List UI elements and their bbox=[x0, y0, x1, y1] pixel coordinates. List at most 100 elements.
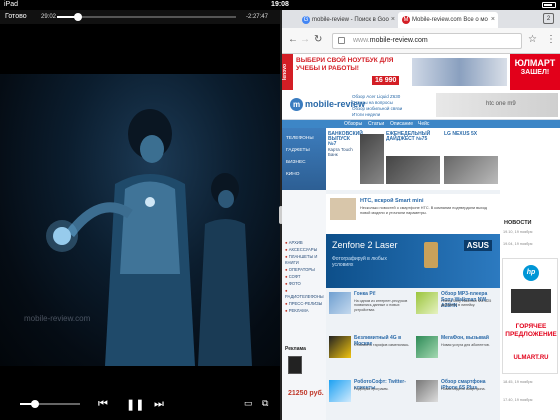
header-news-item[interactable]: Итоги недели bbox=[352, 112, 432, 117]
menu-icon[interactable]: ⋮ bbox=[546, 34, 556, 45]
sidebar-menu-item[interactable]: ● ПРЕСС-РЕЛИЗЫ bbox=[285, 301, 326, 308]
video-player[interactable]: Готово 29:02 -2:27:47 mobile-review.com bbox=[0, 10, 280, 420]
top-ad-banner[interactable]: lenovo ВЫБЕРИ СВОЙ НОУТБУК ДЛЯ УЧЕБЫ И Р… bbox=[282, 54, 560, 90]
site-header: m mobile-review Обзор Acer Liquid Z630 От… bbox=[282, 90, 560, 120]
featured-card[interactable]: ЕЖЕНЕДЕЛЬНЫЙ ДАЙДЖЕСТ №75 bbox=[386, 132, 444, 188]
back-icon[interactable]: ← bbox=[288, 34, 298, 45]
bookmark-star-icon[interactable]: ☆ bbox=[528, 34, 537, 45]
phone-image bbox=[424, 242, 438, 268]
video-watermark: mobile-review.com bbox=[24, 314, 91, 323]
news-body: Подборка программ. bbox=[354, 387, 389, 391]
news-feature[interactable]: HTC, вскрой Smart mini Несколько новосте… bbox=[326, 194, 500, 234]
page-info-icon[interactable] bbox=[338, 37, 345, 44]
sidebar-ad-price[interactable]: 21250 руб. bbox=[288, 390, 324, 397]
featured-image bbox=[386, 156, 440, 184]
sidebar-hero: ТЕЛЕФОНЫ ГАДЖЕТЫ БИЗНЕС КИНО bbox=[282, 128, 326, 190]
airplay-icon[interactable]: ▭ bbox=[244, 398, 253, 409]
status-bar: iPad 19:08 bbox=[0, 0, 560, 10]
fast-forward-icon[interactable]: ⏭ bbox=[154, 398, 164, 411]
web-page[interactable]: lenovo ВЫБЕРИ СВОЙ НОУТБУК ДЛЯ УЧЕБЫ И Р… bbox=[282, 54, 560, 420]
hp-ad[interactable]: hp ГОРЯЧЕЕ ПРЕДЛОЖЕНИЕ ULMART.RU bbox=[502, 258, 558, 374]
right-news-item[interactable]: 19.04, 19 ноября bbox=[503, 242, 558, 247]
htc-ad[interactable]: htc one m9 bbox=[436, 93, 558, 117]
nav-item[interactable]: Чейс bbox=[418, 120, 429, 128]
ad-headline: ВЫБЕРИ СВОЙ НОУТБУК ДЛЯ УЧЕБЫ И РАБОТЫ! bbox=[296, 57, 394, 72]
video-scrubber[interactable] bbox=[57, 13, 236, 21]
news-title[interactable]: Гонка Pi! bbox=[354, 291, 412, 297]
right-news-item[interactable]: 19.10, 19 ноября bbox=[503, 230, 558, 235]
right-news-item[interactable]: 17.40, 19 ноября bbox=[503, 398, 558, 403]
volume-knob[interactable] bbox=[31, 400, 39, 408]
sidebar-menu-item[interactable]: ● ФОТО bbox=[285, 281, 326, 288]
done-button[interactable]: Готово bbox=[5, 13, 27, 20]
sidebar-category[interactable]: ГАДЖЕТЫ bbox=[286, 148, 310, 153]
pause-icon[interactable]: ❚❚ bbox=[126, 398, 144, 411]
zenfone-banner[interactable]: Zenfone 2 Laser Фотографируй в любых усл… bbox=[326, 234, 500, 288]
nav-item[interactable]: Статьи bbox=[368, 120, 384, 128]
sidebar-menu-item[interactable]: ● ОПЕРАТОРЫ bbox=[285, 267, 326, 274]
hp-logo: hp bbox=[523, 265, 539, 281]
news-thumbnail bbox=[329, 380, 351, 402]
featured-title: ЕЖЕНЕДЕЛЬНЫЙ ДАЙДЖЕСТ №75 bbox=[386, 131, 431, 142]
url-prefix: www. bbox=[353, 37, 370, 44]
header-news-item[interactable]: Обзор Acer Liquid Z630 bbox=[352, 94, 432, 99]
sidebar-menu-item[interactable]: ● ПЛАНШЕТЫ И КНИГИ bbox=[285, 254, 326, 268]
news-thumbnail bbox=[330, 198, 356, 220]
sidebar-menu-item[interactable]: ● АРХИВ bbox=[285, 240, 326, 247]
featured-image bbox=[360, 134, 384, 184]
news-body: Новая модель смартфона. bbox=[441, 387, 486, 391]
news-title[interactable]: HTC, вскрой Smart mini bbox=[360, 198, 423, 204]
battery-icon bbox=[542, 2, 556, 8]
news-item[interactable]: Обзор MP3-плеера Sony Walkman NW-A25HN П… bbox=[413, 290, 500, 330]
featured-image bbox=[444, 156, 498, 184]
news-thumbnail bbox=[329, 336, 351, 358]
tab-google-search[interactable]: G mobile-review - Поиск в Goo × bbox=[298, 12, 398, 28]
nav-item[interactable]: Обзоры bbox=[344, 120, 362, 128]
sidebar-menu-item[interactable]: ● РЕКЛАМА bbox=[285, 308, 326, 315]
sidebar-menu-item[interactable]: ● АКСЕССУАРЫ bbox=[285, 247, 326, 254]
sidebar-menu-item[interactable]: ● СОФТ bbox=[285, 274, 326, 281]
news-item[interactable]: Гонка Pi! На одном из интернет-ресурсов … bbox=[326, 290, 413, 330]
news-thumbnail bbox=[329, 292, 351, 314]
hp-ad-site: ULMART.RU bbox=[513, 355, 549, 361]
tablet-image[interactable] bbox=[288, 356, 302, 374]
header-news-item[interactable]: Ответы на вопросы bbox=[352, 100, 432, 105]
tab-mobile-review[interactable]: M Mobile-review.com Все о мо × bbox=[398, 12, 498, 28]
news-item[interactable]: Безлимитный 4G в Москве Стоимость тарифо… bbox=[326, 334, 413, 374]
news-item[interactable]: Обзор смартфона iPhone 6S Plus Новая мод… bbox=[413, 378, 500, 418]
sidebar-menu-item[interactable]: ● РАДИОТЕЛЕФОНЫ bbox=[285, 288, 326, 302]
picture-in-picture-icon[interactable]: ⧉ bbox=[262, 398, 268, 409]
featured-title: БАНКОВСКИЙ ВЫПУСК №7 bbox=[328, 131, 363, 147]
volume-slider[interactable] bbox=[20, 400, 80, 408]
news-title[interactable]: МегаФон, вызывай bbox=[441, 335, 499, 341]
forward-icon[interactable]: → bbox=[300, 34, 310, 45]
ulmart-ad[interactable]: ЮЛМАРТ ЗАШЕЛ! bbox=[510, 54, 560, 90]
featured-card[interactable]: LG NEXUS 5X bbox=[444, 132, 502, 188]
browser-window: G mobile-review - Поиск в Goo × M Mobile… bbox=[282, 10, 560, 420]
logo-mark-icon: m bbox=[290, 98, 303, 111]
header-news-item[interactable]: Обзор мобильной связи bbox=[352, 106, 432, 111]
sidebar-category[interactable]: БИЗНЕС bbox=[286, 160, 306, 165]
featured-strip: БАНКОВСКИЙ ВЫПУСК №7 Карта Touch Банк ЕЖЕ… bbox=[326, 128, 500, 190]
reload-icon[interactable]: ↻ bbox=[314, 34, 322, 45]
main-articles: БАНКОВСКИЙ ВЫПУСК №7 Карта Touch Банк ЕЖЕ… bbox=[326, 128, 500, 420]
scrubber-knob[interactable] bbox=[74, 13, 83, 21]
featured-card[interactable]: БАНКОВСКИЙ ВЫПУСК №7 Карта Touch Банк bbox=[328, 132, 386, 188]
address-bar[interactable]: www.mobile-review.com bbox=[332, 33, 522, 49]
sidebar-category[interactable]: КИНО bbox=[286, 172, 299, 177]
news-item[interactable]: РоботоСофт: Twitter-клиенты Подборка про… bbox=[326, 378, 413, 418]
tab-title: mobile-review - Поиск в Goo bbox=[312, 17, 389, 23]
news-item[interactable]: МегаФон, вызывай Новая услуга для абонен… bbox=[413, 334, 500, 374]
news-body: Плеер Sony Walkman NW-A25 добавили в лин… bbox=[441, 299, 492, 308]
sidebar-category[interactable]: ТЕЛЕФОНЫ bbox=[286, 136, 314, 141]
nav-item[interactable]: Описание bbox=[390, 120, 413, 128]
clock: 19:08 bbox=[271, 1, 289, 8]
tab-switcher-icon[interactable]: 2 bbox=[543, 13, 554, 24]
close-tab-icon[interactable]: × bbox=[391, 12, 395, 28]
printer-image bbox=[511, 289, 551, 313]
rewind-icon[interactable]: ⏮ bbox=[98, 398, 108, 411]
hp-ad-headline: ГОРЯЧЕЕ ПРЕДЛОЖЕНИЕ bbox=[505, 323, 557, 338]
right-news-item[interactable]: 18.45, 19 ноября bbox=[503, 380, 558, 385]
close-tab-icon[interactable]: × bbox=[491, 12, 495, 28]
browser-toolbar: ← → ↻ www.mobile-review.com ☆ ⋮ bbox=[282, 28, 560, 54]
